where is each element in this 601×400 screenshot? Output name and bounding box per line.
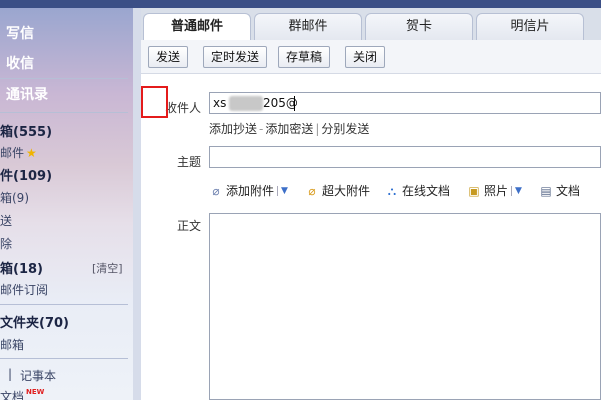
sidebar-item-junk[interactable]: 箱(18): [0, 258, 43, 277]
star-icon: ★: [26, 146, 37, 160]
tab-normal-mail[interactable]: 普通邮件: [143, 13, 251, 41]
online-docs-button[interactable]: ⛬ 在线文档: [385, 182, 450, 199]
sidebar-item-label: 文档: [0, 390, 25, 400]
to-value-start: xs: [213, 96, 227, 110]
subject-field[interactable]: [209, 146, 601, 168]
photo-icon: ▣: [468, 183, 480, 198]
photos-button[interactable]: ▣ 照片 ▼: [467, 182, 522, 199]
large-paperclip-icon: ⌀: [308, 183, 316, 198]
sidebar-write-link[interactable]: 写信: [6, 23, 34, 43]
compose-toolbar: 发送 定时发送 存草稿 关闭: [141, 40, 601, 74]
add-attachment-label: 添加附件: [226, 184, 275, 198]
chevron-down-icon[interactable]: ▼: [511, 185, 522, 196]
text-caret: [294, 96, 295, 111]
sidebar-item-sent[interactable]: 送: [0, 212, 12, 229]
sidebar: 写信 收信 通讯录 箱(555) 邮件 ★ 件(109) 箱(9) 送 除 箱(1…: [0, 8, 133, 400]
sidebar-item-other-mailbox[interactable]: 邮箱: [0, 336, 24, 353]
sidebar-item-starred[interactable]: 邮件 ★: [0, 144, 37, 161]
to-value-end: 205@: [263, 96, 298, 110]
add-attachment-button[interactable]: ⌀ 添加附件 ▼: [209, 182, 288, 199]
large-attachment-button[interactable]: ⌀ 超大附件: [305, 182, 370, 199]
document-button[interactable]: ▤ 文档: [539, 182, 580, 199]
close-button[interactable]: 关闭: [345, 46, 386, 68]
link-separator: -: [259, 122, 264, 136]
sidebar-edge: [133, 8, 141, 400]
document-icon: ▤: [540, 183, 552, 198]
send-button[interactable]: 发送: [148, 46, 189, 68]
sidebar-item-deleted[interactable]: 除: [0, 235, 12, 252]
sidebar-contacts-link[interactable]: 通讯录: [6, 84, 48, 104]
redacted-text: [229, 96, 263, 111]
tab-postcard[interactable]: 明信片: [476, 13, 584, 40]
body-label: 正文: [176, 219, 201, 233]
separate-send-link[interactable]: 分别发送: [321, 122, 369, 136]
share-nodes-icon: ⛬: [387, 183, 397, 198]
add-cc-link[interactable]: 添加抄送: [209, 122, 257, 136]
sidebar-item-docs[interactable]: 文档 NEW: [0, 388, 44, 400]
to-field[interactable]: xs 205@: [209, 92, 601, 114]
sidebar-junk-clear-link[interactable]: [清空]: [92, 260, 123, 276]
save-draft-button[interactable]: 存草稿: [278, 46, 331, 68]
subject-label: 主题: [176, 155, 201, 169]
sidebar-notes-separator: |: [8, 367, 13, 381]
sidebar-item-subscriptions[interactable]: 邮件订阅: [0, 281, 48, 298]
sidebar-item-drafts[interactable]: 箱(9): [0, 189, 29, 206]
tab-greeting-card[interactable]: 贺卡: [365, 13, 473, 40]
photos-label: 照片: [484, 184, 509, 198]
new-badge: NEW: [26, 388, 45, 396]
sidebar-item-inbox[interactable]: 箱(555): [0, 121, 52, 140]
recipient-links: 添加抄送 - 添加密送 | 分别发送: [209, 120, 369, 137]
online-docs-label: 在线文档: [402, 184, 451, 198]
sidebar-divider: [0, 304, 128, 305]
tab-group-mail[interactable]: 群邮件: [254, 13, 362, 40]
paperclip-icon: ⌀: [212, 183, 220, 198]
document-label: 文档: [556, 184, 581, 198]
add-bcc-link[interactable]: 添加密送: [265, 122, 313, 136]
large-attachment-label: 超大附件: [322, 184, 371, 198]
sidebar-item-label: 邮件: [0, 146, 25, 160]
sidebar-item-folders[interactable]: 文件夹(70): [0, 312, 69, 331]
scheduled-send-button[interactable]: 定时发送: [203, 46, 268, 68]
body-editor[interactable]: [209, 213, 601, 400]
sidebar-item-notes[interactable]: 记事本: [20, 367, 56, 384]
sidebar-divider: [0, 78, 128, 79]
chevron-down-icon[interactable]: ▼: [277, 185, 288, 196]
sidebar-inbox-link[interactable]: 收信: [6, 53, 34, 73]
compose-tabs: 普通邮件 群邮件 贺卡 明信片: [141, 8, 601, 41]
compose-panel: 普通邮件 群邮件 贺卡 明信片 发送 定时发送 存草稿 关闭 收件人 xs 20…: [141, 8, 601, 400]
top-strip: [0, 0, 601, 8]
sidebar-item-unread[interactable]: 件(109): [0, 165, 52, 184]
link-separator: |: [315, 122, 320, 136]
sidebar-divider: [0, 112, 128, 113]
sidebar-divider: [0, 358, 128, 359]
highlight-box: [141, 86, 168, 118]
